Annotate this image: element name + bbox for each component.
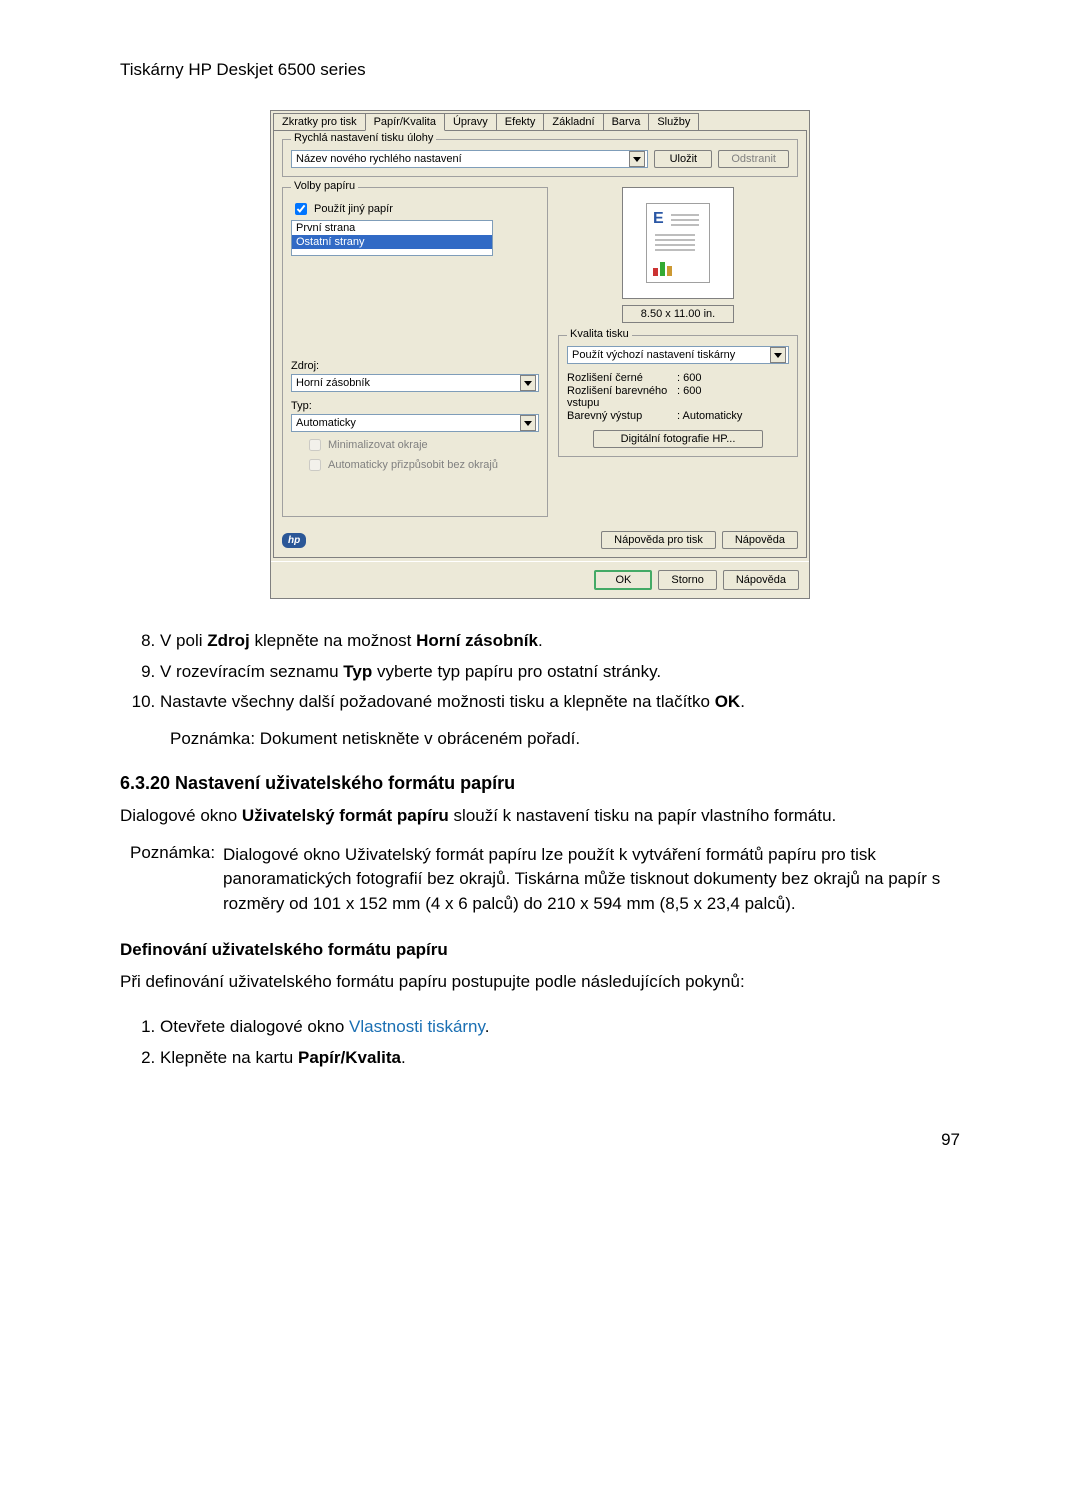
page-preview: E [622, 187, 734, 299]
quality-group: Kvalita tisku Použít výchozí nastavení t… [558, 335, 798, 457]
hp-logo-icon: hp [282, 533, 306, 548]
chevron-down-icon[interactable] [770, 347, 786, 363]
section-title: 6.3.20 Nastavení uživatelského formátu p… [120, 773, 960, 794]
step-8: V poli Zdroj klepněte na možnost Horní z… [160, 629, 960, 654]
note-1: Poznámka: Dokument netiskněte v obrácené… [170, 729, 960, 749]
quick-settings-combo[interactable]: Název nového rychlého nastavení [291, 150, 648, 168]
steps-list-2: Otevřete dialogové okno Vlastnosti tiská… [120, 1015, 960, 1070]
section-paragraph: Dialogové okno Uživatelský formát papíru… [120, 804, 960, 829]
steps-list-1: V poli Zdroj klepněte na možnost Horní z… [120, 629, 960, 715]
hp-photo-button[interactable]: Digitální fotografie HP... [593, 430, 763, 448]
ok-button[interactable]: OK [594, 570, 652, 590]
quality-combo[interactable]: Použít výchozí nastavení tiskárny [567, 346, 789, 364]
cancel-button[interactable]: Storno [658, 570, 716, 590]
preview-size: 8.50 x 11.00 in. [622, 305, 734, 323]
tab-strip: Zkratky pro tisk Papír/Kvalita Úpravy Ef… [271, 113, 809, 131]
source-label: Zdroj: [291, 360, 539, 372]
quality-title: Kvalita tisku [567, 328, 632, 340]
printer-properties-link[interactable]: Vlastnosti tiskárny [349, 1017, 485, 1036]
paper-options-title: Volby papíru [291, 180, 358, 192]
step-10: Nastavte všechny další požadované možnos… [160, 690, 960, 715]
step-9: V rozevíracím seznamu Typ vyberte typ pa… [160, 660, 960, 685]
auto-fit-checkbox: Automaticky přizpůsobit bez okrajů [305, 456, 539, 474]
minimize-margins-checkbox: Minimalizovat okraje [305, 436, 539, 454]
tab-shortcuts[interactable]: Zkratky pro tisk [273, 113, 366, 131]
tab-effects[interactable]: Efekty [496, 113, 545, 131]
chevron-down-icon[interactable] [520, 415, 536, 431]
pages-listbox[interactable]: První strana Ostatní strany [291, 220, 493, 256]
tab-paper-quality[interactable]: Papír/Kvalita [365, 113, 445, 131]
tab-color[interactable]: Barva [603, 113, 650, 131]
first-page-item[interactable]: První strana [292, 221, 492, 235]
chevron-down-icon[interactable] [629, 151, 645, 167]
subsection-title: Definování uživatelského formátu papíru [120, 940, 960, 960]
quick-settings-group: Rychlá nastavení tisku úlohy Název novéh… [282, 139, 798, 177]
other-pages-item[interactable]: Ostatní strany [292, 235, 492, 249]
type-label: Typ: [291, 400, 539, 412]
help-button[interactable]: Nápověda [722, 531, 798, 549]
source-combo[interactable]: Horní zásobník [291, 374, 539, 392]
tab-basic[interactable]: Základní [543, 113, 603, 131]
quick-settings-title: Rychlá nastavení tisku úlohy [291, 132, 436, 144]
step-1: Otevřete dialogové okno Vlastnosti tiská… [160, 1015, 960, 1040]
note-2: Poznámka: Dialogové okno Uživatelský for… [130, 843, 960, 917]
preview-e-icon: E [653, 210, 664, 228]
page-header: Tiskárny HP Deskjet 6500 series [120, 60, 960, 80]
step-2: Klepněte na kartu Papír/Kvalita. [160, 1046, 960, 1071]
dialog-screenshot: Zkratky pro tisk Papír/Kvalita Úpravy Ef… [270, 110, 810, 599]
delete-button: Odstranit [718, 150, 789, 168]
save-button[interactable]: Uložit [654, 150, 712, 168]
help-print-button[interactable]: Nápověda pro tisk [601, 531, 716, 549]
subsection-paragraph: Při definování uživatelského formátu pap… [120, 970, 960, 995]
tab-services[interactable]: Služby [648, 113, 699, 131]
use-other-paper-checkbox[interactable]: Použít jiný papír [291, 200, 539, 218]
type-combo[interactable]: Automaticky [291, 414, 539, 432]
chevron-down-icon[interactable] [520, 375, 536, 391]
tab-adjustments[interactable]: Úpravy [444, 113, 497, 131]
paper-options-group: Volby papíru Použít jiný papír První str… [282, 187, 548, 517]
help-button-2[interactable]: Nápověda [723, 570, 799, 590]
page-number: 97 [120, 1130, 960, 1150]
